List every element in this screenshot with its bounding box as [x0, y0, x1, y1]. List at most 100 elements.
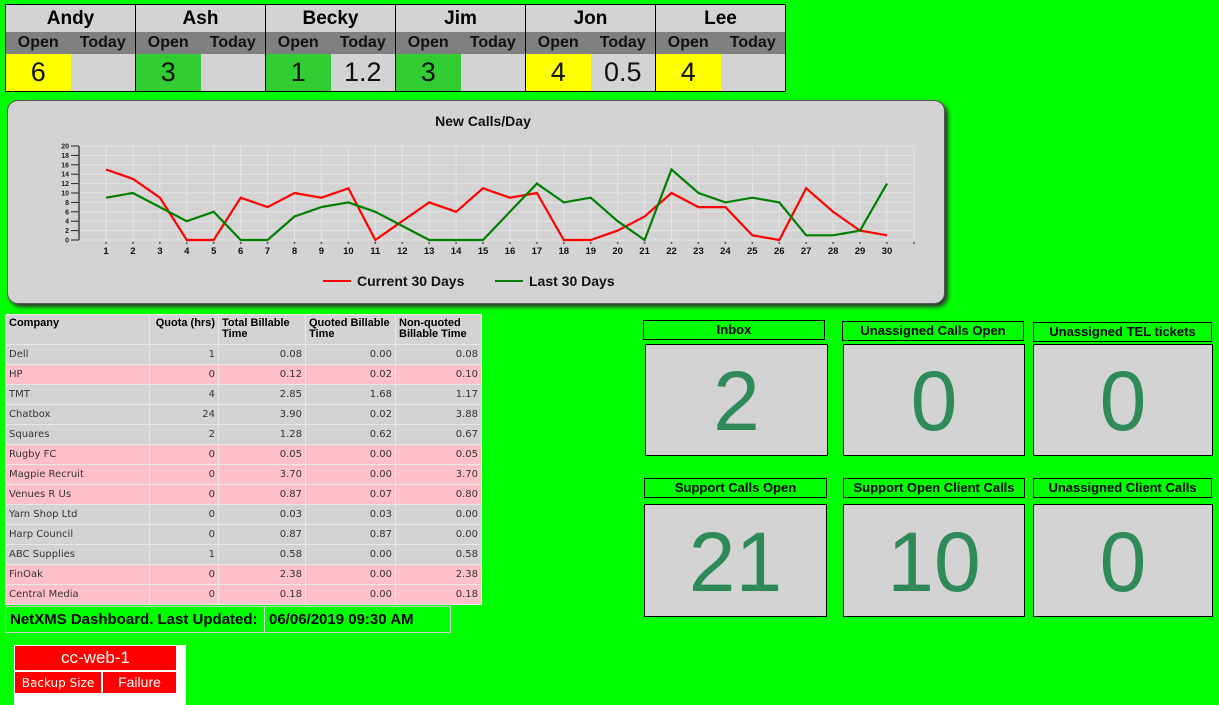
x-tick-label: 10	[343, 246, 354, 257]
x-tick	[805, 242, 808, 244]
backup-metric-label: Backup Size	[15, 672, 101, 693]
x-tick-label: 26	[774, 246, 785, 257]
nonquoted-billable-cell: 0.67	[395, 424, 482, 445]
x-tick-label: 25	[747, 246, 758, 257]
billing-header-row: Company Quota (hrs) Total Billable Time …	[5, 314, 482, 345]
billing-rows: Dell 1 0.08 0.00 0.08 HP 0 0.12 0.02 0.10 TMT 4 2.85…	[5, 344, 482, 605]
company-cell: Dell	[5, 344, 150, 365]
today-header: Today	[330, 32, 396, 54]
staff-name-ash: Ash	[135, 4, 266, 32]
company-cell: ABC Supplies	[5, 544, 150, 565]
x-tick	[455, 242, 457, 244]
staff-name-jon: Jon	[525, 4, 656, 32]
open-count-ash: 3	[135, 54, 201, 92]
quoted-billable-cell: 0.00	[305, 464, 396, 485]
billing-row: Central Media 0 0.18 0.00 0.18	[5, 584, 482, 605]
company-cell: Harp Council	[5, 524, 150, 545]
total-billable-cell: 2.38	[218, 564, 306, 585]
nonquoted-billable-cell: 0.00	[395, 524, 482, 545]
staff-name-becky: Becky	[265, 4, 396, 32]
x-tick-label: 3	[157, 246, 162, 257]
support-open-client-calls-label: Support Open Client Calls	[843, 478, 1025, 498]
nonquoted-billable-cell: 0.80	[395, 484, 482, 505]
quoted-billable-cell: 0.62	[305, 424, 396, 445]
backup-status-widget: cc-web-1 Backup Size Failure	[14, 645, 186, 705]
company-cell: TMT	[5, 384, 150, 405]
quota-cell: 0	[149, 564, 219, 585]
open-count-jim: 3	[395, 54, 461, 92]
quoted-billable-cell: 0.00	[305, 344, 396, 365]
inbox-count: 2	[645, 344, 828, 456]
y-tick-label: 20	[61, 144, 69, 151]
x-tick-label: 7	[265, 246, 270, 257]
open-count-becky: 1	[265, 54, 331, 92]
nonquoted-billable-cell: 0.05	[395, 444, 482, 465]
x-tick	[886, 242, 888, 244]
billing-row: Yarn Shop Ltd 0 0.03 0.03 0.00	[5, 504, 482, 525]
quota-cell: 0	[149, 524, 219, 545]
x-tick-label: 21	[639, 246, 650, 257]
company-cell: Central Media	[5, 584, 150, 605]
x-tick	[401, 242, 404, 244]
billing-row: Harp Council 0 0.87 0.87 0.00	[5, 524, 482, 545]
x-tick	[212, 242, 215, 244]
x-tick	[374, 242, 377, 244]
staff-calls-table: Andy Ash Becky Jim Jon Lee Open Today Op…	[5, 4, 786, 92]
x-tick	[778, 242, 781, 244]
total-billable-cell: 0.58	[218, 544, 306, 565]
quota-cell: 24	[149, 404, 219, 425]
total-billable-cell: 0.87	[218, 524, 306, 545]
x-tick-label: 27	[801, 246, 812, 257]
company-cell: FinOak	[5, 564, 150, 585]
x-tick-label: 11	[370, 246, 381, 257]
x-tick-label: 8	[292, 246, 297, 257]
col-company: Company	[5, 314, 150, 345]
col-nonquoted-billable: Non-quoted Billable Time	[395, 314, 482, 345]
nonquoted-billable-cell: 3.88	[395, 404, 482, 425]
x-tick	[832, 242, 835, 244]
quota-cell: 0	[149, 584, 219, 605]
quota-cell: 0	[149, 444, 219, 465]
billing-table: Company Quota (hrs) Total Billable Time …	[5, 314, 482, 605]
x-tick-label: 17	[532, 246, 543, 257]
series-line-last-30-days	[105, 167, 888, 242]
col-quoted-billable: Quoted Billable Time	[305, 314, 396, 345]
x-tick-label: 22	[666, 246, 677, 257]
nonquoted-billable-cell: 0.08	[395, 344, 482, 365]
open-count-lee: 4	[655, 54, 721, 92]
quoted-billable-cell: 0.07	[305, 484, 396, 505]
nonquoted-billable-cell: 0.10	[395, 364, 482, 385]
quoted-billable-cell: 0.87	[305, 524, 396, 545]
quota-cell: 1	[149, 344, 219, 365]
staff-subheader-row: Open Today Open Today Open Today Open To…	[5, 32, 786, 54]
staff-name-andy: Andy	[5, 4, 136, 32]
x-tick-label: 12	[397, 246, 408, 257]
x-tick-label: 4	[184, 246, 190, 257]
x-tick-label: 1	[103, 246, 109, 257]
quota-cell: 0	[149, 364, 219, 385]
x-tick-label: 5	[211, 246, 217, 257]
x-tick	[724, 242, 727, 244]
company-cell: HP	[5, 364, 150, 385]
dashboard-footer: NetXMS Dashboard. Last Updated: 06/06/20…	[5, 606, 451, 633]
y-tick-label: 4	[65, 219, 69, 226]
today-header: Today	[590, 32, 656, 54]
today-hours-andy	[70, 54, 136, 92]
nonquoted-billable-cell: 3.70	[395, 464, 482, 485]
open-count-jon: 4	[525, 54, 591, 92]
x-tick-label: 29	[855, 246, 866, 257]
quoted-billable-cell: 0.02	[305, 364, 396, 385]
open-count-andy: 6	[5, 54, 71, 92]
x-tick	[239, 242, 242, 244]
open-header: Open	[265, 32, 331, 54]
y-tick-label: 14	[61, 172, 69, 179]
company-cell: Yarn Shop Ltd	[5, 504, 150, 525]
open-header: Open	[135, 32, 201, 54]
x-tick	[105, 242, 107, 244]
quoted-billable-cell: 1.68	[305, 384, 396, 405]
backup-host-name: cc-web-1	[15, 646, 176, 670]
total-billable-cell: 0.03	[218, 504, 306, 525]
nonquoted-billable-cell: 0.58	[395, 544, 482, 565]
billing-row: Magpie Recruit 0 3.70 0.00 3.70	[5, 464, 482, 485]
quoted-billable-cell: 0.00	[305, 584, 396, 605]
